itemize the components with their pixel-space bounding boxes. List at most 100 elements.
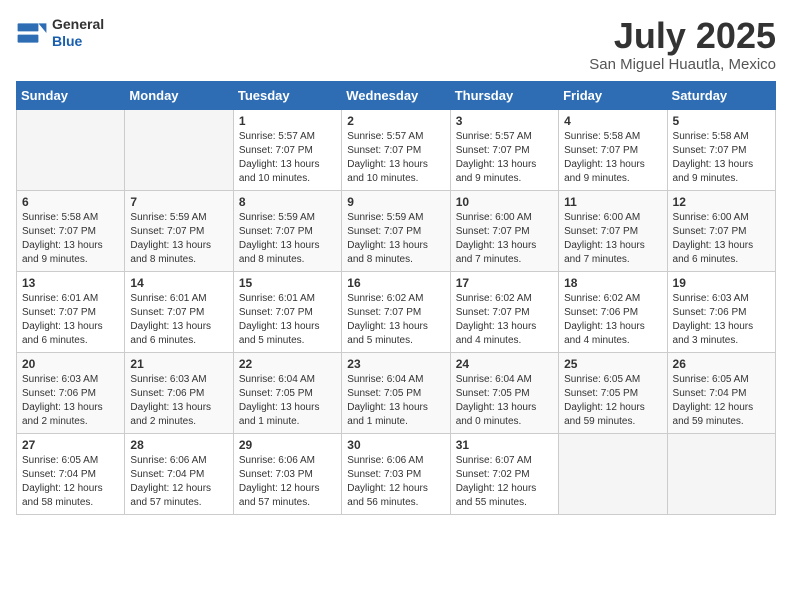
calendar-cell: 2 Sunrise: 5:57 AM Sunset: 7:07 PM Daylig… (342, 109, 450, 190)
day-number: 14 (130, 276, 227, 290)
calendar-cell: 5Sunrise: 5:58 AM Sunset: 7:07 PM Daylig… (667, 109, 775, 190)
day-info: Sunrise: 5:59 AM Sunset: 7:07 PM Dayligh… (239, 211, 336, 267)
day-info: Sunrise: 6:01 AM Sunset: 7:07 PM Dayligh… (22, 292, 119, 348)
day-number: 23 (347, 357, 444, 371)
calendar-cell (559, 433, 667, 514)
calendar-cell: 10Sunrise: 6:00 AM Sunset: 7:07 PM Dayli… (450, 190, 558, 271)
day-number: 31 (456, 438, 553, 452)
calendar-cell: 28Sunrise: 6:06 AM Sunset: 7:04 PM Dayli… (125, 433, 233, 514)
day-info: Sunrise: 6:01 AM Sunset: 7:07 PM Dayligh… (130, 292, 227, 348)
day-number: 4 (564, 114, 661, 128)
calendar-week-row: 6 Sunrise: 5:58 AM Sunset: 7:07 PM Daylig… (17, 190, 776, 271)
calendar-cell: 4 Sunrise: 5:58 AM Sunset: 7:07 PM Daylig… (559, 109, 667, 190)
calendar-cell: 15 Sunrise: 6:01 AM Sunset: 7:07 PM Dayli… (233, 271, 341, 352)
weekday-header: Sunday (17, 81, 125, 109)
day-info: Sunrise: 6:03 AM Sunset: 7:06 PM Dayligh… (22, 373, 119, 429)
calendar-cell (17, 109, 125, 190)
month-title: July 2025 (589, 16, 776, 56)
calendar-cell: 13 Sunrise: 6:01 AM Sunset: 7:07 PM Dayli… (17, 271, 125, 352)
day-info: Sunrise: 5:58 AM Sunset: 7:07 PM Dayligh… (22, 211, 119, 267)
calendar-cell: 12 Sunrise: 6:00 AM Sunset: 7:07 PM Dayli… (667, 190, 775, 271)
weekday-header: Saturday (667, 81, 775, 109)
day-info: Sunrise: 6:07 AM Sunset: 7:02 PM Dayligh… (456, 454, 553, 510)
calendar-cell: 19Sunrise: 6:03 AM Sunset: 7:06 PM Dayli… (667, 271, 775, 352)
weekday-header: Wednesday (342, 81, 450, 109)
calendar-cell: 1 Sunrise: 5:57 AM Sunset: 7:07 PM Daylig… (233, 109, 341, 190)
day-info: Sunrise: 6:02 AM Sunset: 7:07 PM Dayligh… (456, 292, 553, 348)
day-number: 29 (239, 438, 336, 452)
calendar-cell: 29 Sunrise: 6:06 AM Sunset: 7:03 PM Dayli… (233, 433, 341, 514)
calendar-cell: 27Sunrise: 6:05 AM Sunset: 7:04 PM Dayli… (17, 433, 125, 514)
calendar-cell (667, 433, 775, 514)
calendar-cell: 16Sunrise: 6:02 AM Sunset: 7:07 PM Dayli… (342, 271, 450, 352)
day-number: 1 (239, 114, 336, 128)
calendar-week-row: 27Sunrise: 6:05 AM Sunset: 7:04 PM Dayli… (17, 433, 776, 514)
day-number: 9 (347, 195, 444, 209)
logo-blue-label: Blue (52, 33, 104, 50)
day-number: 24 (456, 357, 553, 371)
weekday-header: Thursday (450, 81, 558, 109)
calendar-table: SundayMondayTuesdayWednesdayThursdayFrid… (16, 81, 776, 515)
logo-general-label: General (52, 16, 104, 33)
day-info: Sunrise: 6:03 AM Sunset: 7:06 PM Dayligh… (130, 373, 227, 429)
day-info: Sunrise: 6:06 AM Sunset: 7:03 PM Dayligh… (347, 454, 444, 510)
weekday-header: Tuesday (233, 81, 341, 109)
day-info: Sunrise: 6:01 AM Sunset: 7:07 PM Dayligh… (239, 292, 336, 348)
calendar-cell: 18 Sunrise: 6:02 AM Sunset: 7:06 PM Dayli… (559, 271, 667, 352)
calendar-cell: 24 Sunrise: 6:04 AM Sunset: 7:05 PM Dayli… (450, 352, 558, 433)
day-number: 19 (673, 276, 770, 290)
day-number: 3 (456, 114, 553, 128)
calendar-cell: 30 Sunrise: 6:06 AM Sunset: 7:03 PM Dayli… (342, 433, 450, 514)
day-number: 25 (564, 357, 661, 371)
day-number: 27 (22, 438, 119, 452)
day-number: 18 (564, 276, 661, 290)
day-info: Sunrise: 6:06 AM Sunset: 7:03 PM Dayligh… (239, 454, 336, 510)
day-info: Sunrise: 5:57 AM Sunset: 7:07 PM Dayligh… (239, 130, 336, 186)
calendar-cell: 20 Sunrise: 6:03 AM Sunset: 7:06 PM Dayli… (17, 352, 125, 433)
day-number: 13 (22, 276, 119, 290)
calendar-week-row: 13 Sunrise: 6:01 AM Sunset: 7:07 PM Dayli… (17, 271, 776, 352)
day-number: 16 (347, 276, 444, 290)
day-info: Sunrise: 6:02 AM Sunset: 7:06 PM Dayligh… (564, 292, 661, 348)
day-number: 12 (673, 195, 770, 209)
day-info: Sunrise: 5:57 AM Sunset: 7:07 PM Dayligh… (347, 130, 444, 186)
day-number: 26 (673, 357, 770, 371)
day-number: 28 (130, 438, 227, 452)
day-info: Sunrise: 6:04 AM Sunset: 7:05 PM Dayligh… (347, 373, 444, 429)
location-label: San Miguel Huautla, Mexico (589, 56, 776, 73)
calendar-cell (125, 109, 233, 190)
calendar-week-row: 20 Sunrise: 6:03 AM Sunset: 7:06 PM Dayli… (17, 352, 776, 433)
weekday-header: Friday (559, 81, 667, 109)
calendar-cell: 11 Sunrise: 6:00 AM Sunset: 7:07 PM Dayli… (559, 190, 667, 271)
day-number: 20 (22, 357, 119, 371)
calendar-cell: 9 Sunrise: 5:59 AM Sunset: 7:07 PM Daylig… (342, 190, 450, 271)
day-info: Sunrise: 5:59 AM Sunset: 7:07 PM Dayligh… (347, 211, 444, 267)
logo-icon (16, 17, 48, 49)
day-number: 21 (130, 357, 227, 371)
calendar-cell: 17Sunrise: 6:02 AM Sunset: 7:07 PM Dayli… (450, 271, 558, 352)
day-info: Sunrise: 6:00 AM Sunset: 7:07 PM Dayligh… (564, 211, 661, 267)
day-number: 11 (564, 195, 661, 209)
day-number: 30 (347, 438, 444, 452)
calendar-cell: 3 Sunrise: 5:57 AM Sunset: 7:07 PM Daylig… (450, 109, 558, 190)
day-info: Sunrise: 6:05 AM Sunset: 7:05 PM Dayligh… (564, 373, 661, 429)
day-info: Sunrise: 5:57 AM Sunset: 7:07 PM Dayligh… (456, 130, 553, 186)
day-info: Sunrise: 6:04 AM Sunset: 7:05 PM Dayligh… (456, 373, 553, 429)
day-number: 7 (130, 195, 227, 209)
day-number: 6 (22, 195, 119, 209)
calendar-cell: 25 Sunrise: 6:05 AM Sunset: 7:05 PM Dayli… (559, 352, 667, 433)
title-block: July 2025 San Miguel Huautla, Mexico (589, 16, 776, 73)
day-number: 2 (347, 114, 444, 128)
calendar-cell: 21 Sunrise: 6:03 AM Sunset: 7:06 PM Dayli… (125, 352, 233, 433)
calendar-cell: 8Sunrise: 5:59 AM Sunset: 7:07 PM Daylig… (233, 190, 341, 271)
calendar-cell: 31 Sunrise: 6:07 AM Sunset: 7:02 PM Dayli… (450, 433, 558, 514)
day-number: 15 (239, 276, 336, 290)
day-info: Sunrise: 5:58 AM Sunset: 7:07 PM Dayligh… (564, 130, 661, 186)
day-info: Sunrise: 5:59 AM Sunset: 7:07 PM Dayligh… (130, 211, 227, 267)
calendar-cell: 23 Sunrise: 6:04 AM Sunset: 7:05 PM Dayli… (342, 352, 450, 433)
day-info: Sunrise: 5:58 AM Sunset: 7:07 PM Dayligh… (673, 130, 770, 186)
calendar-cell: 22Sunrise: 6:04 AM Sunset: 7:05 PM Dayli… (233, 352, 341, 433)
calendar-cell: 6 Sunrise: 5:58 AM Sunset: 7:07 PM Daylig… (17, 190, 125, 271)
day-info: Sunrise: 6:00 AM Sunset: 7:07 PM Dayligh… (673, 211, 770, 267)
day-info: Sunrise: 6:04 AM Sunset: 7:05 PM Dayligh… (239, 373, 336, 429)
